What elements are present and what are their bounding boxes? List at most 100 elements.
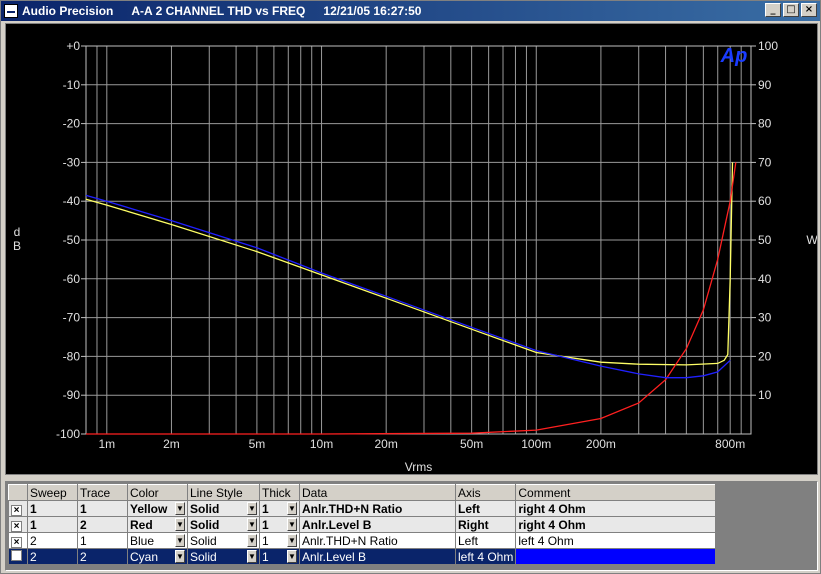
check-icon[interactable] bbox=[11, 549, 22, 561]
header-sweep[interactable]: Sweep bbox=[27, 484, 78, 501]
line-style-select[interactable]: Solid ▼ bbox=[187, 548, 260, 565]
select-value: Blue bbox=[130, 533, 155, 548]
color-select[interactable]: Red ▼ bbox=[127, 516, 188, 533]
cell-trace: 1 bbox=[77, 532, 128, 549]
close-button[interactable]: × bbox=[801, 3, 817, 17]
line-style-select[interactable]: Solid ▼ bbox=[187, 500, 260, 517]
cell-comment[interactable]: left 4 Ohm bbox=[515, 532, 717, 549]
cell-trace: 1 bbox=[77, 500, 128, 517]
thick-select[interactable]: 1 ▼ bbox=[259, 532, 300, 549]
y-tick-label: -30 bbox=[63, 155, 81, 169]
dropdown-arrow-icon[interactable]: ▼ bbox=[175, 502, 185, 515]
dropdown-arrow-icon[interactable]: ▼ bbox=[287, 518, 297, 531]
y2-tick-label: 90 bbox=[758, 78, 772, 92]
y-tick-label: -100 bbox=[56, 427, 80, 441]
cell-sweep: 1 bbox=[27, 500, 78, 517]
cell-trace: 2 bbox=[77, 516, 128, 533]
y2-tick-label: 10 bbox=[758, 388, 772, 402]
row-checkbox[interactable]: × bbox=[8, 532, 28, 549]
y-tick-label: -60 bbox=[63, 272, 81, 286]
dropdown-arrow-icon[interactable]: ▼ bbox=[247, 518, 257, 531]
table-row-selected[interactable]: 2 2 Cyan ▼ Solid ▼ 1 ▼ Anlr.Level B left 4 … bbox=[8, 548, 717, 565]
color-select[interactable]: Yellow ▼ bbox=[127, 500, 188, 517]
y2-tick-label: 50 bbox=[758, 233, 772, 247]
y2-tick-label: 30 bbox=[758, 311, 772, 325]
cell-data[interactable]: Anlr.THD+N Ratio bbox=[299, 500, 456, 517]
line-style-select[interactable]: Solid ▼ bbox=[187, 516, 260, 533]
y-tick-label: -20 bbox=[63, 117, 81, 131]
cell-axis[interactable]: left 4 Ohm bbox=[454, 548, 517, 565]
select-value: Solid bbox=[190, 517, 220, 532]
cell-data[interactable]: Anlr.THD+N Ratio bbox=[299, 532, 456, 549]
color-select[interactable]: Cyan ▼ bbox=[127, 548, 188, 565]
y2-tick-label: 20 bbox=[758, 349, 772, 363]
color-select[interactable]: Blue ▼ bbox=[127, 532, 188, 549]
dropdown-arrow-icon[interactable]: ▼ bbox=[247, 550, 257, 563]
y-tick-label: -90 bbox=[63, 388, 81, 402]
table-row[interactable]: × 1 1 Yellow ▼ Solid ▼ 1 ▼ Anlr.THD+N Ratio… bbox=[8, 500, 717, 517]
y2-tick-label: 60 bbox=[758, 194, 772, 208]
thick-select[interactable]: 1 ▼ bbox=[259, 500, 300, 517]
dropdown-arrow-icon[interactable]: ▼ bbox=[247, 534, 257, 547]
header-trace[interactable]: Trace bbox=[77, 484, 128, 501]
cell-comment[interactable] bbox=[515, 548, 717, 565]
cell-data[interactable]: Anlr.Level B bbox=[299, 548, 456, 565]
thick-select[interactable]: 1 ▼ bbox=[259, 516, 300, 533]
select-value: Red bbox=[130, 517, 153, 532]
y-axis-label: dB bbox=[13, 225, 21, 253]
dropdown-arrow-icon[interactable]: ▼ bbox=[175, 534, 185, 547]
cell-comment[interactable]: right 4 Ohm bbox=[515, 516, 717, 533]
check-icon[interactable]: × bbox=[11, 536, 22, 548]
dropdown-arrow-icon[interactable]: ▼ bbox=[287, 534, 297, 547]
y-tick-label: +0 bbox=[66, 39, 80, 53]
cell-axis[interactable]: Left bbox=[454, 500, 517, 517]
line-style-select[interactable]: Solid ▼ bbox=[187, 532, 260, 549]
header-axis[interactable]: Axis bbox=[454, 484, 517, 501]
cell-sweep: 2 bbox=[27, 548, 78, 565]
y-tick-label: -50 bbox=[63, 233, 81, 247]
graph-panel[interactable]: +0 -10 -20 -30 -40 -50 -60 -70 -80 -90 -100 100 90 80… bbox=[5, 23, 818, 475]
select-value: 1 bbox=[262, 501, 269, 516]
table-row[interactable]: × 2 1 Blue ▼ Solid ▼ 1 ▼ Anlr.THD+N Ratio L… bbox=[8, 532, 717, 549]
header-line-style[interactable]: Line Style bbox=[187, 484, 260, 501]
x-tick-label: 1m bbox=[98, 437, 115, 451]
y2-tick-label: 100 bbox=[758, 39, 778, 53]
dropdown-arrow-icon[interactable]: ▼ bbox=[175, 550, 185, 563]
x-tick-label: 2m bbox=[163, 437, 180, 451]
trace-table: Sweep Trace Color Line Style Thick Data … bbox=[8, 484, 717, 565]
ap-logo: Ap bbox=[720, 45, 748, 67]
row-checkbox[interactable]: × bbox=[8, 516, 28, 533]
cell-axis[interactable]: Right bbox=[454, 516, 517, 533]
check-icon[interactable]: × bbox=[11, 504, 22, 516]
header-color[interactable]: Color bbox=[127, 484, 188, 501]
cell-data[interactable]: Anlr.Level B bbox=[299, 516, 456, 533]
row-checkbox[interactable] bbox=[8, 548, 28, 565]
maximize-button[interactable]: □ bbox=[783, 3, 799, 17]
app-icon[interactable] bbox=[4, 4, 18, 18]
cell-comment[interactable]: right 4 Ohm bbox=[515, 500, 717, 517]
check-icon[interactable]: × bbox=[11, 520, 22, 532]
x-tick-label: 200m bbox=[586, 437, 616, 451]
x-tick-label: 50m bbox=[460, 437, 483, 451]
select-value: 1 bbox=[262, 517, 269, 532]
dropdown-arrow-icon[interactable]: ▼ bbox=[175, 518, 185, 531]
cell-axis[interactable]: Left bbox=[454, 532, 517, 549]
header-comment[interactable]: Comment bbox=[515, 484, 717, 501]
y-tick-label: -10 bbox=[63, 78, 81, 92]
thd-chart: +0 -10 -20 -30 -40 -50 -60 -70 -80 -90 -100 100 90 80… bbox=[13, 39, 817, 474]
dropdown-arrow-icon[interactable]: ▼ bbox=[287, 550, 297, 563]
select-value: Yellow bbox=[130, 501, 168, 516]
dropdown-arrow-icon[interactable]: ▼ bbox=[247, 502, 257, 515]
series-line-0 bbox=[85, 162, 734, 366]
select-value: Solid bbox=[190, 549, 217, 564]
dropdown-arrow-icon[interactable]: ▼ bbox=[287, 502, 297, 515]
x-tick-label: 800m bbox=[715, 437, 745, 451]
header-data[interactable]: Data bbox=[299, 484, 456, 501]
row-checkbox[interactable]: × bbox=[8, 500, 28, 517]
table-row[interactable]: × 1 2 Red ▼ Solid ▼ 1 ▼ Anlr.Level B Right … bbox=[8, 516, 717, 533]
header-thick[interactable]: Thick bbox=[259, 484, 300, 501]
title-bar[interactable]: Audio Precision A-A 2 CHANNEL THD vs FRE… bbox=[1, 1, 820, 21]
timestamp: 12/21/05 16:27:50 bbox=[323, 4, 422, 18]
minimize-button[interactable]: _ bbox=[765, 3, 781, 17]
thick-select[interactable]: 1 ▼ bbox=[259, 548, 300, 565]
